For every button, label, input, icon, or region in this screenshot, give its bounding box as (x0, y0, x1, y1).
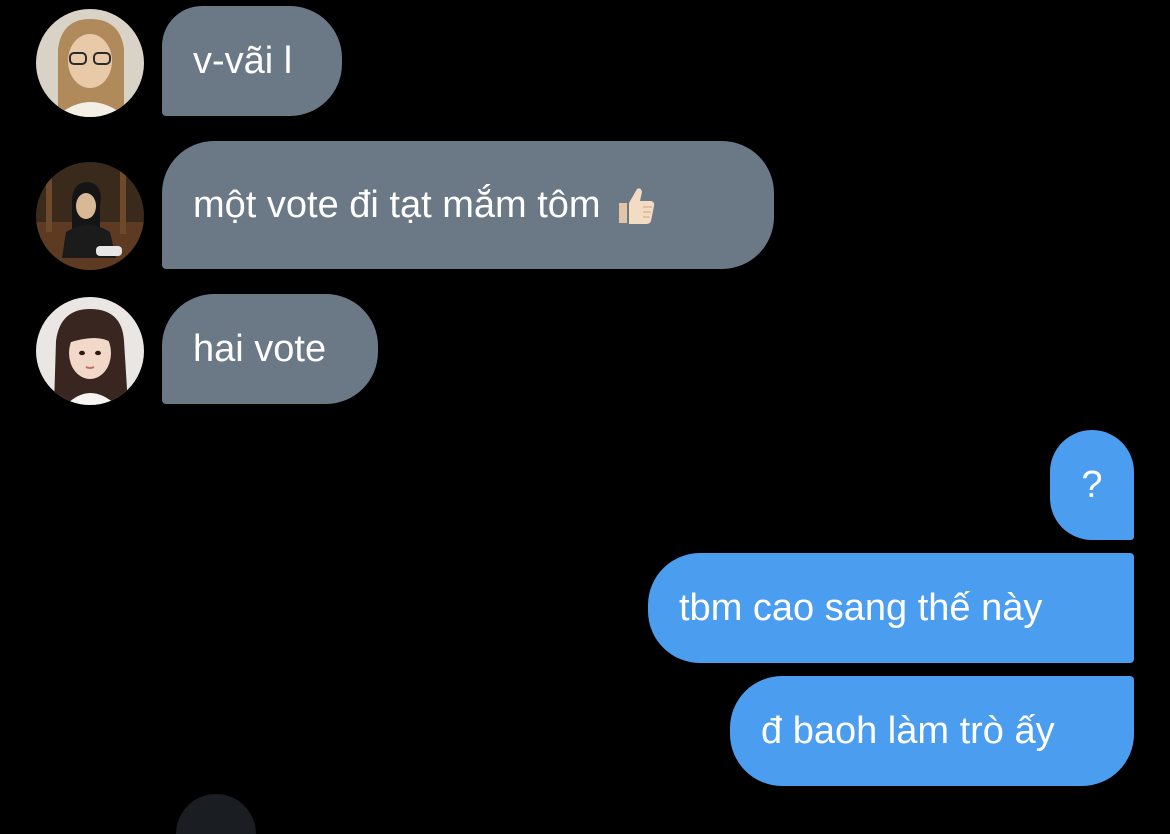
avatar-blonde-glasses (36, 9, 144, 117)
message-text: v-vãi l (193, 40, 293, 82)
avatar-dark-sitting (36, 162, 144, 270)
chat-thread: v-vãi l một vote đi tạt mắm tôm hai vote… (0, 0, 1170, 834)
message-bubble-outgoing[interactable]: tbm cao sang thế này (648, 553, 1134, 663)
message-text: tbm cao sang thế này (679, 587, 1043, 629)
avatar[interactable] (36, 9, 144, 117)
message-bubble[interactable]: v-vãi l (162, 6, 342, 116)
message-text: đ baoh làm trò ấy (761, 710, 1055, 752)
message-bubble[interactable]: một vote đi tạt mắm tôm (162, 141, 774, 269)
message-text: một vote đi tạt mắm tôm (193, 184, 601, 226)
avatar-dark-hair-portrait (36, 297, 144, 405)
thumbs-up-icon (613, 183, 657, 227)
avatar[interactable] (36, 297, 144, 405)
message-bubble[interactable]: hai vote (162, 294, 378, 404)
message-bubble-outgoing[interactable]: ? (1050, 430, 1134, 540)
message-text: ? (1081, 464, 1103, 506)
next-message-peek (176, 794, 256, 834)
avatar[interactable] (36, 162, 144, 270)
message-text: hai vote (193, 328, 327, 370)
message-bubble-outgoing[interactable]: đ baoh làm trò ấy (730, 676, 1134, 786)
